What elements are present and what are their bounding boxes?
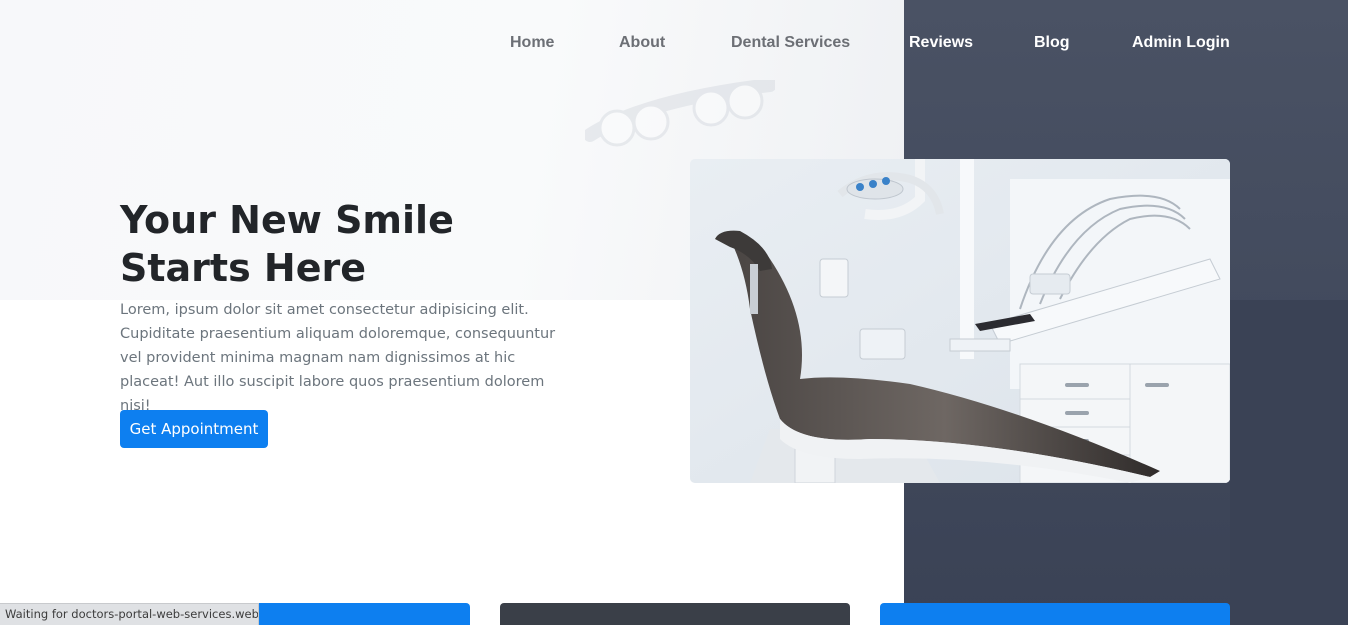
hero-description: Lorem, ipsum dolor sit amet consectetur … (120, 302, 556, 414)
hero-title: Your New Smile Starts Here (120, 196, 540, 292)
nav-about[interactable]: About (619, 34, 665, 52)
background-lamp-icon (585, 80, 775, 147)
nav-dental-services[interactable]: Dental Services (731, 34, 850, 52)
main-nav: Home About Dental Services Reviews Blog … (0, 34, 1348, 54)
service-card-3 (880, 603, 1230, 625)
dental-chair-photo-icon (690, 159, 1230, 483)
service-card-2 (500, 603, 850, 625)
nav-blog[interactable]: Blog (1034, 34, 1070, 52)
nav-home[interactable]: Home (510, 34, 554, 52)
dark-accent-panel-lower (1230, 300, 1348, 625)
hero-title-line1: Your New Smile (120, 198, 454, 242)
browser-status-bar: Waiting for doctors-portal-web-services.… (0, 603, 259, 625)
dental-chair-image (690, 159, 1230, 483)
nav-reviews[interactable]: Reviews (909, 34, 973, 52)
get-appointment-button[interactable]: Get Appointment (120, 410, 268, 448)
nav-admin-login[interactable]: Admin Login (1132, 34, 1230, 52)
hero-title-line2: Starts Here (120, 246, 367, 290)
